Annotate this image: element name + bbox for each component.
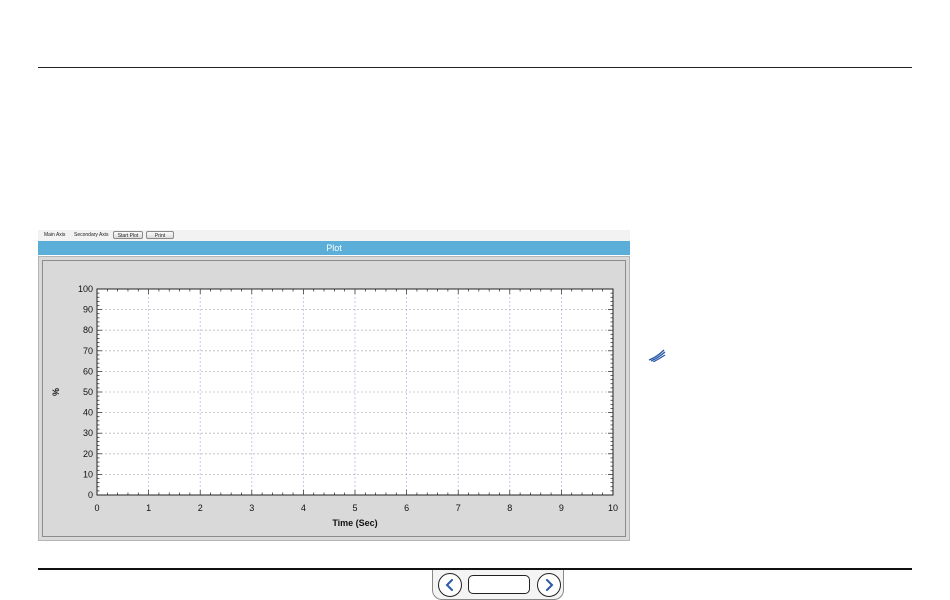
print-button[interactable]: Print (146, 231, 174, 239)
y-axis-label: % (51, 388, 61, 396)
chevron-right-icon (546, 579, 554, 591)
chart-area: 0 1 2 3 4 5 6 7 8 9 10 0 10 20 30 40 50 60 70 80 90 100 Time… (42, 260, 626, 537)
plot-toolbar: Main Axis Secondary Axis Start Plot Prin… (38, 230, 630, 241)
prev-button[interactable] (438, 573, 462, 597)
page-navigation (432, 570, 564, 600)
plot-title-bar: Plot (38, 241, 630, 255)
y-tick-label: 30 (83, 428, 93, 438)
x-tick-labels: 0 1 2 3 4 5 6 7 8 9 10 (94, 503, 618, 513)
secondary-axis-tab[interactable]: Secondary Axis (74, 232, 108, 239)
x-axis-label: Time (Sec) (332, 518, 377, 528)
y-tick-label: 10 (83, 469, 93, 479)
y-tick-label: 90 (83, 305, 93, 315)
x-tick-label: 9 (559, 503, 564, 513)
x-tick-label: 6 (404, 503, 409, 513)
x-tick-label: 8 (507, 503, 512, 513)
y-tick-label: 0 (88, 490, 93, 500)
plot-panel: Main Axis Secondary Axis Start Plot Prin… (38, 230, 630, 541)
x-tick-label: 0 (94, 503, 99, 513)
y-tick-label: 40 (83, 408, 93, 418)
swoosh-icon (648, 348, 666, 363)
x-tick-label: 5 (352, 503, 357, 513)
x-tick-label: 10 (608, 503, 618, 513)
x-tick-label: 2 (198, 503, 203, 513)
top-divider (38, 67, 912, 68)
y-tick-labels: 0 10 20 30 40 50 60 70 80 90 100 (78, 284, 93, 500)
page-field[interactable] (468, 575, 530, 594)
y-tick-label: 80 (83, 325, 93, 335)
y-tick-label: 20 (83, 449, 93, 459)
start-plot-button[interactable]: Start Plot (113, 231, 143, 239)
x-tick-label: 4 (301, 503, 306, 513)
line-chart: 0 1 2 3 4 5 6 7 8 9 10 0 10 20 30 40 50 60 70 80 90 100 Time… (51, 284, 618, 528)
x-tick-label: 1 (146, 503, 151, 513)
y-tick-label: 60 (83, 366, 93, 376)
y-tick-label: 100 (78, 284, 93, 294)
chart-frame: 0 1 2 3 4 5 6 7 8 9 10 0 10 20 30 40 50 60 70 80 90 100 Time… (38, 256, 630, 541)
next-button[interactable] (537, 573, 561, 597)
chevron-left-icon (445, 579, 453, 591)
y-tick-label: 50 (83, 387, 93, 397)
x-tick-label: 7 (456, 503, 461, 513)
x-tick-label: 3 (249, 503, 254, 513)
y-tick-label: 70 (83, 346, 93, 356)
main-axis-tab[interactable]: Main Axis (44, 232, 65, 239)
